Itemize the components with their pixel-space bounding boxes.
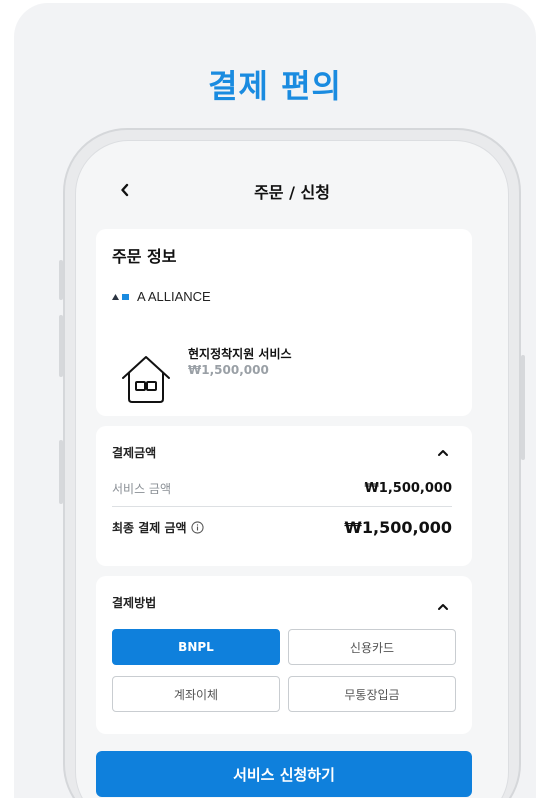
payment-amount-title: 결제금액 (112, 446, 157, 460)
service-price: ₩1,500,000 (188, 363, 269, 377)
headline: 결제 편의 (208, 67, 342, 105)
final-amount-label-wrap: 최종 결제 금액 (112, 519, 204, 536)
service-amount-row: 서비스 금액 ₩1,500,000 (112, 480, 452, 497)
method-bank-transfer-button[interactable]: 계좌이체 (112, 676, 280, 712)
info-icon[interactable] (191, 521, 204, 534)
final-amount-value: ₩1,500,000 (344, 518, 452, 537)
final-amount-row: 최종 결제 금액 ₩1,500,000 (112, 518, 452, 537)
apply-service-button[interactable]: 서비스 신청하기 (96, 751, 472, 797)
brand-name: A ALLIANCE (137, 289, 211, 304)
service-amount-label: 서비스 금액 (112, 482, 172, 496)
method-deposit-button[interactable]: 무통장입금 (288, 676, 456, 712)
page-title: 주문 / 신청 (254, 183, 330, 202)
order-info-section: 주문 정보 A ALLIANCE 현지정착지원 서비스 ₩1,500,000 (96, 229, 472, 416)
promo-card: 결제 편의 주문 / 신청 주문 정보 A ALLIANCE 현지정착지원 서비… (14, 3, 536, 798)
phone-side-button (59, 440, 63, 504)
phone-screen: 주문 / 신청 주문 정보 A ALLIANCE 현지정착지원 서비스 ₩1,5… (75, 140, 509, 798)
phone-side-button (59, 315, 63, 377)
chevron-up-icon[interactable] (436, 602, 450, 612)
service-name: 현지정착지원 서비스 (188, 347, 292, 361)
order-info-title: 주문 정보 (112, 247, 177, 266)
payment-amount-section: 결제금액 서비스 금액 ₩1,500,000 최종 결제 금액 ₩1,500,0… (96, 426, 472, 566)
divider (112, 506, 452, 507)
phone-side-button (521, 355, 525, 460)
order-screen: 주문 / 신청 주문 정보 A ALLIANCE 현지정착지원 서비스 ₩1,5… (76, 141, 508, 798)
brand: A ALLIANCE (112, 289, 211, 304)
method-bnpl-button[interactable]: BNPL (112, 629, 280, 665)
payment-method-title: 결제방법 (112, 596, 157, 610)
chevron-up-icon[interactable] (436, 448, 450, 458)
brand-logo (112, 293, 129, 300)
phone-mockup: 주문 / 신청 주문 정보 A ALLIANCE 현지정착지원 서비스 ₩1,5… (59, 128, 525, 798)
phone-side-button (59, 260, 63, 300)
payment-method-section: 결제방법 BNPL 신용카드 계좌이체 무통장입금 (96, 576, 472, 734)
service-amount-value: ₩1,500,000 (364, 481, 452, 496)
final-amount-label: 최종 결제 금액 (112, 521, 187, 535)
method-credit-card-button[interactable]: 신용카드 (288, 629, 456, 665)
house-icon (122, 356, 170, 403)
